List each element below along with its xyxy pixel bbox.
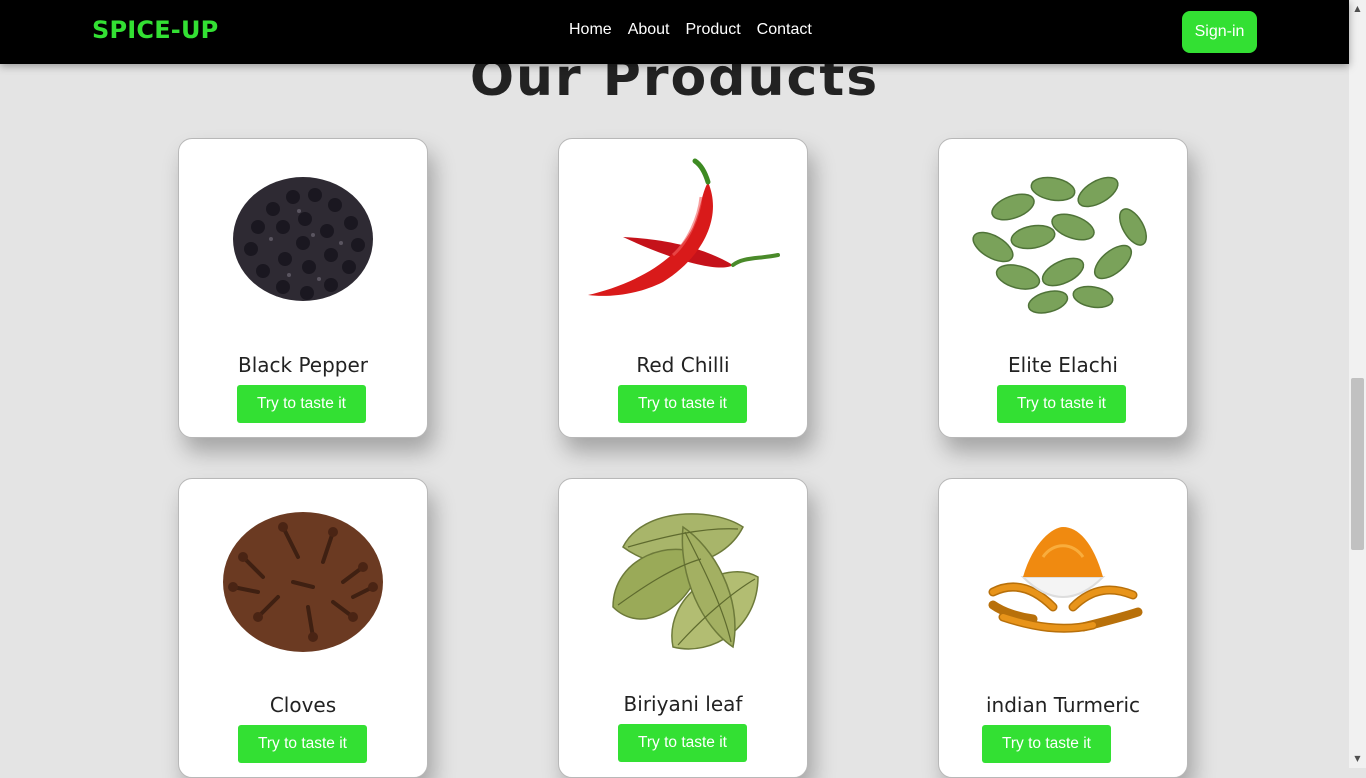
nav-links: Home About Product Contact [569,21,812,39]
cardamom-image [963,147,1163,332]
product-name: Elite Elachi [1008,353,1118,377]
product-name: indian Turmeric [985,693,1141,717]
try-to-taste-button[interactable]: Try to taste it [997,385,1126,423]
product-name: Cloves [269,693,337,717]
scrollbar-thumb[interactable] [1351,378,1364,550]
try-to-taste-button[interactable]: Try to taste it [237,385,366,423]
nav-link-contact[interactable]: Contact [757,21,812,39]
brand-logo[interactable]: SPICE-UP [92,16,218,44]
nav-link-product[interactable]: Product [686,21,741,39]
try-to-taste-button[interactable]: Try to taste it [618,385,747,423]
product-card-elite-elachi: Elite Elachi Try to taste it [938,138,1188,438]
product-card-cloves: Cloves Try to taste it [178,478,428,778]
try-to-taste-button[interactable]: Try to taste it [982,725,1111,763]
turmeric-image [963,487,1163,672]
product-name: Red Chilli [636,353,730,377]
try-to-taste-button[interactable]: Try to taste it [238,725,367,763]
sign-in-button[interactable]: Sign-in [1182,11,1257,53]
product-card-indian-turmeric: indian Turmeric Try to taste it [938,478,1188,778]
navbar: SPICE-UP Home About Product Contact Sign… [0,0,1349,64]
nav-link-home[interactable]: Home [569,21,612,39]
nav-link-about[interactable]: About [628,21,670,39]
product-name: Biriyani leaf [623,692,743,716]
scroll-up-arrow-icon[interactable]: ▲ [1352,4,1363,14]
bay-leaf-image [583,487,783,672]
try-to-taste-button[interactable]: Try to taste it [618,724,747,762]
product-name: Black Pepper [237,353,369,377]
product-card-red-chilli: Red Chilli Try to taste it [558,138,808,438]
product-card-black-pepper: Black Pepper Try to taste it [178,138,428,438]
cloves-image [203,487,403,672]
product-card-biriyani-leaf: Biriyani leaf Try to taste it [558,478,808,778]
black-pepper-image [203,147,403,332]
scroll-down-arrow-icon[interactable]: ▼ [1352,754,1363,764]
red-chilli-image [583,147,783,332]
